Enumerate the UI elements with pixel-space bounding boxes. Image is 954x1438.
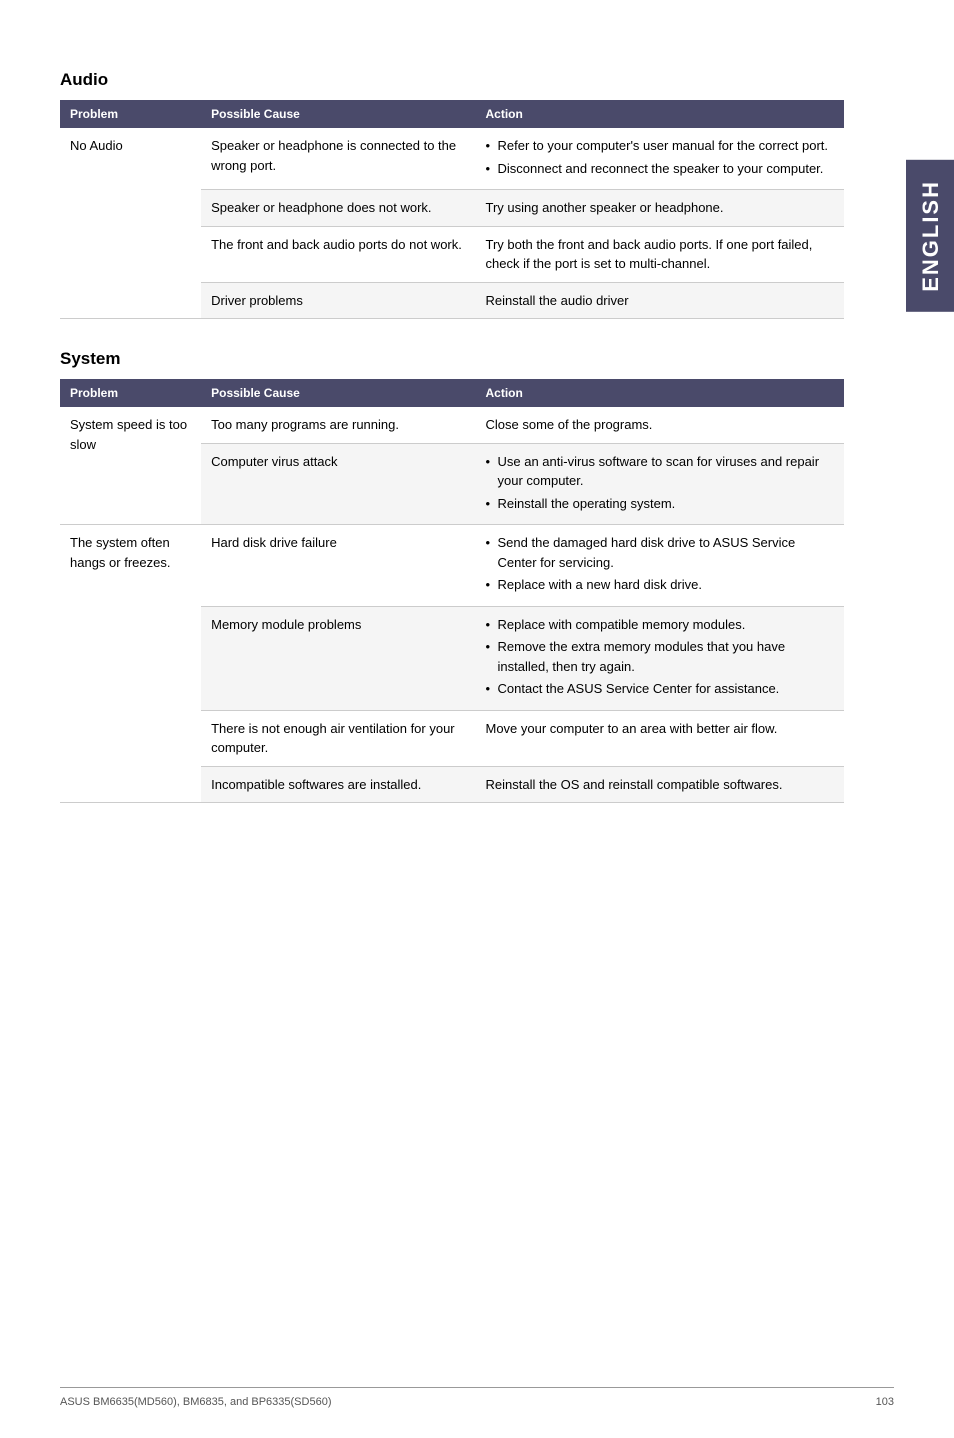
system-action-5: Move your computer to an area with bette…: [476, 710, 845, 766]
system-action-1: Close some of the programs.: [476, 407, 845, 443]
system-cause-2: Computer virus attack: [201, 443, 475, 525]
system-col-cause: Possible Cause: [201, 379, 475, 407]
audio-action-1-bullet-2: Disconnect and reconnect the speaker to …: [486, 159, 835, 179]
system-action-6: Reinstall the OS and reinstall compatibl…: [476, 766, 845, 803]
system-action-2-bullet-2: Reinstall the operating system.: [486, 494, 835, 514]
system-action-4: Replace with compatible memory modules. …: [476, 606, 845, 710]
system-col-action: Action: [476, 379, 845, 407]
table-row: The system often hangs or freezes. Hard …: [60, 525, 844, 607]
audio-action-4: Reinstall the audio driver: [476, 282, 845, 319]
system-action-3-bullet-1: Send the damaged hard disk drive to ASUS…: [486, 533, 835, 572]
system-action-3-bullet-2: Replace with a new hard disk drive.: [486, 575, 835, 595]
audio-col-problem: Problem: [60, 100, 201, 128]
audio-action-1: Refer to your computer's user manual for…: [476, 128, 845, 190]
audio-cause-1: Speaker or headphone is connected to the…: [201, 128, 475, 190]
audio-problem-no-audio: No Audio: [60, 128, 201, 319]
system-action-4-bullet-3: Contact the ASUS Service Center for assi…: [486, 679, 835, 699]
system-problem-hangs: The system often hangs or freezes.: [60, 525, 201, 803]
audio-col-cause: Possible Cause: [201, 100, 475, 128]
audio-cause-3: The front and back audio ports do not wo…: [201, 226, 475, 282]
system-cause-4: Memory module problems: [201, 606, 475, 710]
english-tab: ENGLISH: [906, 160, 954, 312]
audio-table: Problem Possible Cause Action No Audio S…: [60, 100, 844, 319]
page-footer: ASUS BM6635(MD560), BM6835, and BP6335(S…: [60, 1387, 894, 1408]
system-cause-5: There is not enough air ventilation for …: [201, 710, 475, 766]
system-action-4-bullet-2: Remove the extra memory modules that you…: [486, 637, 835, 676]
system-cause-3: Hard disk drive failure: [201, 525, 475, 607]
system-action-3: Send the damaged hard disk drive to ASUS…: [476, 525, 845, 607]
audio-action-2: Try using another speaker or headphone.: [476, 190, 845, 227]
system-col-problem: Problem: [60, 379, 201, 407]
system-action-4-bullet-1: Replace with compatible memory modules.: [486, 615, 835, 635]
audio-action-1-bullet-1: Refer to your computer's user manual for…: [486, 136, 835, 156]
table-row: System speed is too slow Too many progra…: [60, 407, 844, 443]
audio-col-action: Action: [476, 100, 845, 128]
system-problem-slow: System speed is too slow: [60, 407, 201, 525]
system-table: Problem Possible Cause Action System spe…: [60, 379, 844, 803]
system-section-title: System: [60, 349, 844, 369]
audio-cause-4: Driver problems: [201, 282, 475, 319]
table-row: No Audio Speaker or headphone is connect…: [60, 128, 844, 190]
system-action-2-bullet-1: Use an anti-virus software to scan for v…: [486, 452, 835, 491]
footer-right: 103: [876, 1396, 894, 1408]
audio-cause-2: Speaker or headphone does not work.: [201, 190, 475, 227]
audio-action-3: Try both the front and back audio ports.…: [476, 226, 845, 282]
system-cause-6: Incompatible softwares are installed.: [201, 766, 475, 803]
audio-section-title: Audio: [60, 70, 844, 90]
system-cause-1: Too many programs are running.: [201, 407, 475, 443]
footer-left: ASUS BM6635(MD560), BM6835, and BP6335(S…: [60, 1396, 331, 1408]
system-action-2: Use an anti-virus software to scan for v…: [476, 443, 845, 525]
